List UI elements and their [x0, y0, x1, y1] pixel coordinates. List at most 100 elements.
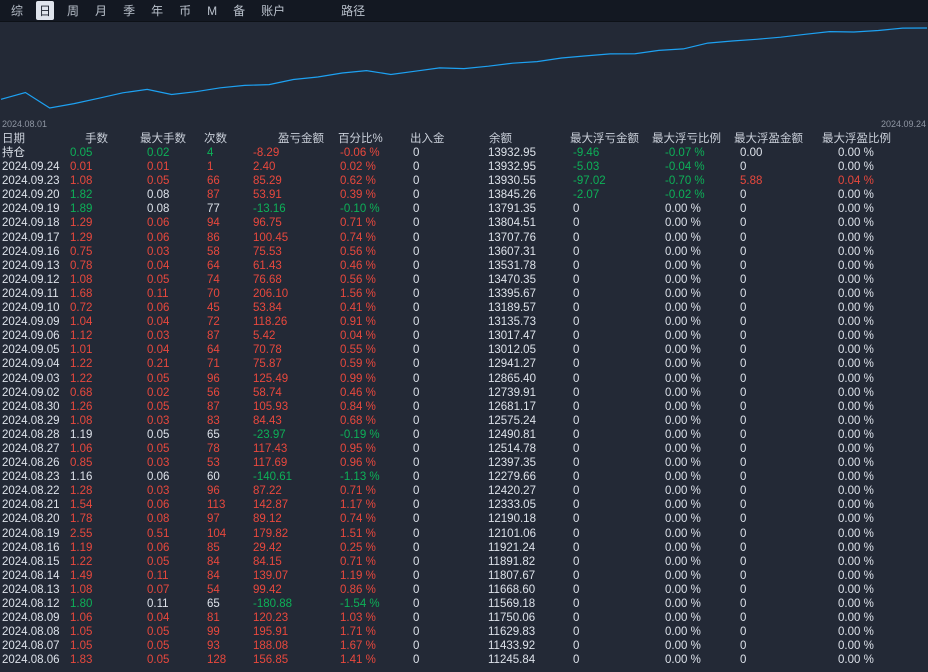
value-cell: 0.05 [147, 626, 170, 639]
column-header-8[interactable]: 最大浮亏金额 [570, 132, 639, 146]
table-row[interactable]: 2024.09.16 0.75 0.03 58 75.53 0.56 % 0 13607.31… [0, 245, 928, 259]
value-cell: 1.83 [70, 654, 93, 667]
equity-curve [0, 27, 928, 109]
date-cell: 2024.08.14 [2, 569, 60, 582]
table-row[interactable]: 2024.09.19 1.89 0.08 77 -13.16 -0.10 % 0 13791.… [0, 202, 928, 216]
value-cell: 0.00 % [665, 386, 701, 399]
table-row[interactable]: 2024.09.12 1.08 0.05 74 76.68 0.56 % 0 13470.35… [0, 273, 928, 287]
value-cell: 0 [740, 330, 747, 343]
value-cell: 0 [573, 555, 580, 568]
value-cell: 11245.84 [488, 654, 536, 667]
value-cell: 0 [573, 259, 580, 272]
menu-item-4[interactable]: 季 [120, 1, 138, 20]
menu-item-10[interactable]: 路径 [338, 1, 368, 20]
date-cell: 2024.08.27 [2, 442, 60, 455]
table-row[interactable]: 2024.08.22 1.28 0.03 96 87.22 0.71 % 0 12420.27… [0, 484, 928, 498]
table-row[interactable]: 2024.08.19 2.55 0.51 104 179.82 1.51 % 0 12101.… [0, 527, 928, 541]
table-row[interactable]: 2024.08.30 1.26 0.05 87 105.93 0.84 % 0 12681.1… [0, 400, 928, 414]
table-row[interactable]: 2024.09.18 1.29 0.06 94 96.75 0.71 % 0 13804.51… [0, 216, 928, 230]
menu-item-5[interactable]: 年 [148, 1, 166, 20]
table-row[interactable]: 2024.08.21 1.54 0.06 113 142.87 1.17 % 0 12333.… [0, 498, 928, 512]
value-cell: 113 [207, 499, 226, 512]
value-cell: 0 [413, 569, 420, 582]
menu-item-1[interactable]: 日 [36, 1, 55, 20]
table-row[interactable]: 2024.08.23 1.16 0.06 60 -140.61 -1.13 % 0 12279… [0, 470, 928, 484]
column-header-11[interactable]: 最大浮盈比例 [822, 132, 891, 146]
value-cell: 0 [740, 471, 747, 484]
table-row[interactable]: 2024.09.05 1.01 0.04 64 70.78 0.55 % 0 13012.05… [0, 343, 928, 357]
column-header-6[interactable]: 出入金 [410, 132, 445, 146]
column-header-3[interactable]: 次数 [204, 132, 227, 146]
table-row[interactable]: 2024.09.06 1.12 0.03 87 5.42 0.04 % 0 13017.47 0… [0, 329, 928, 343]
column-header-5[interactable]: 百分比% [338, 132, 383, 146]
value-cell: -9.46 [573, 147, 600, 159]
value-cell: 87 [207, 330, 220, 343]
table-row[interactable]: 2024.08.13 1.08 0.07 54 99.42 0.86 % 0 11668.60… [0, 583, 928, 597]
column-header-7[interactable]: 余额 [489, 132, 512, 146]
table-row[interactable]: 2024.09.10 0.72 0.06 45 53.84 0.41 % 0 13189.57… [0, 301, 928, 315]
menu-item-8[interactable]: 备 [230, 1, 248, 20]
value-cell: 64 [207, 259, 220, 272]
table-row[interactable]: 2024.08.14 1.49 0.11 84 139.07 1.19 % 0 11807.6… [0, 569, 928, 583]
column-header-0[interactable]: 日期 [2, 132, 25, 146]
value-cell: 0.00 % [838, 386, 874, 399]
table-row[interactable]: 2024.09.04 1.22 0.21 71 75.87 0.59 % 0 12941.27… [0, 357, 928, 371]
menu-item-2[interactable]: 周 [64, 1, 82, 20]
table-row[interactable]: 2024.08.07 1.05 0.05 93 188.08 1.67 % 0 11433.9… [0, 639, 928, 653]
value-cell: 0.00 % [838, 414, 874, 427]
column-header-9[interactable]: 最大浮亏比例 [652, 132, 721, 146]
value-cell: 0.00 % [838, 147, 874, 159]
table-row[interactable]: 2024.09.23 1.08 0.05 66 85.29 0.62 % 0 13930.55… [0, 174, 928, 188]
value-cell: 84 [207, 555, 220, 568]
table-row[interactable]: 2024.08.12 1.80 0.11 65 -180.88 -1.54 % 0 11569… [0, 597, 928, 611]
table-row[interactable]: 2024.09.02 0.68 0.02 56 58.74 0.46 % 0 12739.91… [0, 386, 928, 400]
value-cell: 12101.06 [488, 527, 536, 540]
table-row[interactable]: 2024.08.09 1.06 0.04 81 120.23 1.03 % 0 11750.0… [0, 611, 928, 625]
value-cell: 1.08 [70, 583, 93, 596]
column-header-1[interactable]: 手数 [85, 132, 108, 146]
equity-curve-svg [0, 27, 928, 109]
table-row[interactable]: 2024.08.08 1.05 0.05 99 195.91 1.71 % 0 11629.8… [0, 625, 928, 639]
menu-item-7[interactable]: M [204, 3, 220, 19]
table-row[interactable]: 2024.08.06 1.83 0.05 128 156.85 1.41 % 0 11245.… [0, 653, 928, 667]
column-header-10[interactable]: 最大浮盈金额 [734, 132, 803, 146]
table-row[interactable]: 2024.08.26 0.85 0.03 53 117.69 0.96 % 0 12397.3… [0, 456, 928, 470]
table-row[interactable]: 2024.09.03 1.22 0.05 96 125.49 0.99 % 0 12865.4… [0, 372, 928, 386]
column-header-4[interactable]: 盈亏金额 [278, 132, 324, 146]
value-cell: 13470.35 [488, 273, 536, 286]
value-cell: 0 [573, 513, 580, 526]
table-row[interactable]: 2024.09.17 1.29 0.06 86 100.45 0.74 % 0 13707.7… [0, 231, 928, 245]
value-cell: 1.89 [70, 203, 93, 216]
table-row[interactable]: 2024.08.28 1.19 0.05 65 -23.97 -0.19 % 0 12490.… [0, 428, 928, 442]
value-cell: 72 [207, 316, 220, 329]
menu-item-3[interactable]: 月 [92, 1, 110, 20]
value-cell: 0 [573, 302, 580, 315]
menu-item-9[interactable]: 账户 [258, 1, 288, 20]
menu-item-6[interactable]: 币 [176, 1, 194, 20]
column-header-2[interactable]: 最大手数 [140, 132, 186, 146]
table-row[interactable]: 2024.08.20 1.78 0.08 97 89.12 0.74 % 0 12190.18… [0, 512, 928, 526]
value-cell: 0.25 % [340, 541, 376, 554]
value-cell: 0.00 % [665, 640, 701, 653]
value-cell: 0 [413, 273, 420, 286]
value-cell: 0.00 % [665, 358, 701, 371]
table-row[interactable]: 2024.08.29 1.08 0.03 83 84.43 0.68 % 0 12575.24… [0, 414, 928, 428]
table-row[interactable]: 2024.08.15 1.22 0.05 84 84.15 0.71 % 0 11891.82… [0, 555, 928, 569]
value-cell: -13.16 [253, 203, 286, 216]
value-cell: 0 [740, 189, 747, 202]
value-cell: 53.84 [253, 302, 282, 315]
table-row[interactable]: 2024.09.11 1.68 0.11 70 206.10 1.56 % 0 13395.6… [0, 287, 928, 301]
value-cell: 0.08 [147, 203, 170, 216]
menu-item-0[interactable]: 综 [8, 1, 26, 20]
value-cell: 0.68 % [340, 414, 376, 427]
table-row[interactable]: 2024.08.16 1.19 0.06 85 29.42 0.25 % 0 11921.24… [0, 541, 928, 555]
table-row[interactable]: 2024.09.20 1.82 0.08 87 53.91 0.39 % 0 13845.26… [0, 188, 928, 202]
table-row[interactable]: 2024.09.09 1.04 0.04 72 118.26 0.91 % 0 13135.7… [0, 315, 928, 329]
table-row[interactable]: 2024.08.27 1.06 0.05 78 117.43 0.95 % 0 12514.7… [0, 442, 928, 456]
value-cell: -0.06 % [340, 147, 380, 159]
table-row[interactable]: 2024.09.13 0.78 0.04 64 61.43 0.46 % 0 13531.78… [0, 259, 928, 273]
table-row[interactable]: 持仓 0.05 0.02 4 -8.29 -0.06 % 0 13932.95 -9.46 -0.… [0, 146, 928, 160]
value-cell: 5.88 [740, 175, 763, 188]
value-cell: 0 [413, 245, 420, 258]
table-row[interactable]: 2024.09.24 0.01 0.01 1 2.40 0.02 % 0 13932.95 -5… [0, 160, 928, 174]
